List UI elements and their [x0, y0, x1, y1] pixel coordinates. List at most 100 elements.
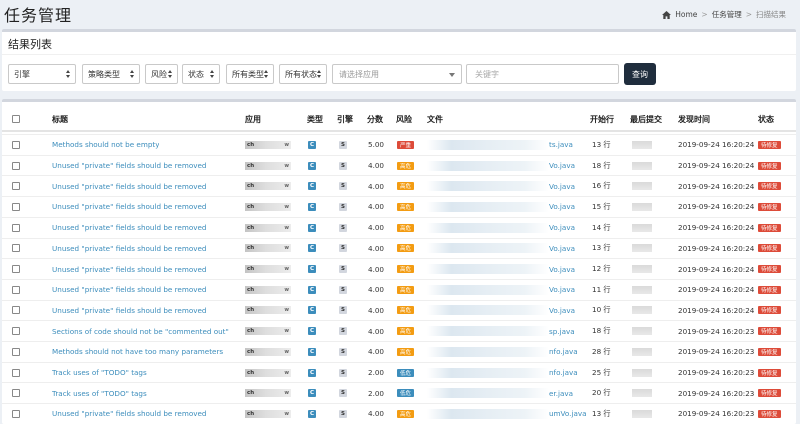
engine-select[interactable]: 引擎 [8, 64, 76, 84]
row-checkbox[interactable] [12, 368, 20, 377]
status-select[interactable]: 状态 [182, 64, 220, 84]
status-badge[interactable]: 待修复 [758, 285, 781, 294]
file-name-link[interactable]: Vo.java [549, 202, 575, 211]
row-checkbox[interactable] [12, 285, 20, 294]
search-button[interactable]: 查询 [624, 63, 656, 85]
table-row[interactable]: Methods should not be empty ch w C S 5.00 严重 ts… [2, 134, 796, 155]
status-badge[interactable]: 待修复 [758, 161, 781, 170]
file-name-link[interactable]: er.java [549, 389, 573, 398]
column-header-engine[interactable]: 引擎 [337, 108, 353, 130]
all-statuses-select[interactable]: 所有状态 [279, 64, 327, 84]
issue-title-link[interactable]: Track uses of "TODO" tags [52, 389, 147, 398]
issue-title-link[interactable]: Sections of code should not be "commente… [52, 327, 229, 336]
column-header-last-commit[interactable]: 最后提交 [630, 108, 662, 130]
app-name-redacted: ch w [245, 347, 291, 356]
status-badge[interactable]: 待修复 [758, 409, 781, 418]
status-badge[interactable]: 待修复 [758, 140, 781, 149]
table-row[interactable]: Unused "private" fields should be remove… [2, 258, 796, 279]
row-checkbox[interactable] [12, 347, 20, 356]
file-name-link[interactable]: Vo.java [549, 182, 575, 191]
all-types-select-value: 所有类型 [232, 69, 264, 79]
type-cell: C [308, 280, 316, 300]
risk-select[interactable]: 风险 [145, 64, 178, 84]
status-badge[interactable]: 待修复 [758, 368, 781, 377]
file-name-link[interactable]: Vo.java [549, 223, 575, 232]
column-header-score[interactable]: 分数 [367, 108, 383, 130]
file-name-link[interactable]: nfo.java [549, 368, 578, 377]
status-badge[interactable]: 待修复 [758, 244, 781, 253]
table-row[interactable]: Unused "private" fields should be remove… [2, 237, 796, 259]
column-header-title[interactable]: 标题 [52, 108, 68, 130]
file-name-link[interactable]: Vo.java [549, 265, 575, 274]
issue-title-link[interactable]: Methods should not have too many paramet… [52, 347, 223, 356]
column-header-app[interactable]: 应用 [245, 108, 261, 130]
issue-title-link[interactable]: Unused "private" fields should be remove… [52, 285, 206, 294]
table-row[interactable]: Unused "private" fields should be remove… [2, 403, 796, 424]
column-header-start-line[interactable]: 开始行 [590, 108, 614, 130]
file-name-link[interactable]: ts.java [549, 140, 573, 149]
keyword-input[interactable] [466, 64, 619, 84]
status-badge[interactable]: 待修复 [758, 347, 781, 356]
status-badge[interactable]: 待修复 [758, 182, 781, 191]
app-name-suffix: w [284, 245, 289, 252]
select-all-checkbox[interactable] [12, 115, 20, 123]
table-row[interactable]: Unused "private" fields should be remove… [2, 175, 796, 196]
row-checkbox[interactable] [12, 389, 20, 398]
issue-title-link[interactable]: Unused "private" fields should be remove… [52, 244, 206, 253]
status-badge[interactable]: 待修复 [758, 202, 781, 211]
file-name-link[interactable]: umVo.java [549, 409, 587, 418]
app-select[interactable]: 请选择应用 [332, 64, 462, 84]
row-checkbox[interactable] [12, 223, 20, 232]
row-checkbox[interactable] [12, 327, 20, 336]
status-badge[interactable]: 待修复 [758, 389, 781, 398]
table-row[interactable]: Unused "private" fields should be remove… [2, 196, 796, 217]
column-header-type[interactable]: 类型 [307, 108, 323, 130]
table-row[interactable]: Unused "private" fields should be remove… [2, 154, 796, 176]
row-checkbox[interactable] [12, 265, 20, 274]
table-row[interactable]: Track uses of "TODO" tags ch w C S 2.00 低危 nfo.… [2, 361, 796, 383]
issue-title-link[interactable]: Unused "private" fields should be remove… [52, 409, 206, 418]
row-checkbox[interactable] [12, 202, 20, 211]
table-row[interactable]: Track uses of "TODO" tags ch w C S 2.00 低危 er.j… [2, 382, 796, 403]
issue-title-link[interactable]: Unused "private" fields should be remove… [52, 306, 206, 315]
column-header-file[interactable]: 文件 [427, 108, 443, 130]
status-badge[interactable]: 待修复 [758, 265, 781, 274]
issue-title-link[interactable]: Track uses of "TODO" tags [52, 368, 147, 377]
issue-title-link[interactable]: Unused "private" fields should be remove… [52, 223, 206, 232]
row-checkbox[interactable] [12, 306, 20, 315]
file-name-link[interactable]: Vo.java [549, 161, 575, 170]
score-value: 4.00 [368, 202, 385, 212]
issue-title-link[interactable]: Unused "private" fields should be remove… [52, 265, 206, 274]
table-row[interactable]: Methods should not have too many paramet… [2, 341, 796, 362]
table-row[interactable]: Unused "private" fields should be remove… [2, 278, 796, 300]
issue-title-link[interactable]: Unused "private" fields should be remove… [52, 161, 206, 170]
row-checkbox[interactable] [12, 182, 20, 191]
column-header-found-time[interactable]: 发现时间 [678, 108, 710, 130]
file-name-link[interactable]: sp.java [549, 327, 575, 336]
status-badge[interactable]: 待修复 [758, 327, 781, 336]
issue-title-link[interactable]: Unused "private" fields should be remove… [52, 182, 206, 191]
breadcrumb-task-management[interactable]: 任务管理 [712, 9, 742, 20]
issue-title-link[interactable]: Methods should not be empty [52, 140, 159, 149]
policy-type-select[interactable]: 策略类型 [82, 64, 140, 84]
row-checkbox[interactable] [12, 140, 20, 149]
status-badge[interactable]: 待修复 [758, 223, 781, 232]
app-name-prefix: ch [247, 245, 255, 252]
breadcrumb-home[interactable]: Home [675, 10, 697, 19]
table-row[interactable]: Unused "private" fields should be remove… [2, 216, 796, 238]
issue-title-link[interactable]: Unused "private" fields should be remove… [52, 202, 206, 211]
column-header-status[interactable]: 状态 [758, 108, 774, 130]
row-checkbox[interactable] [12, 244, 20, 253]
row-checkbox[interactable] [12, 409, 20, 418]
status-badge[interactable]: 待修复 [758, 306, 781, 315]
table-row[interactable]: Unused "private" fields should be remove… [2, 299, 796, 321]
file-name-link[interactable]: Vo.java [549, 285, 575, 294]
row-checkbox[interactable] [12, 161, 20, 170]
file-name-link[interactable]: Vo.java [549, 244, 575, 253]
file-name-link[interactable]: Vo.java [549, 306, 575, 315]
engine-badge: S [339, 327, 347, 336]
column-header-risk[interactable]: 风险 [396, 108, 412, 130]
all-types-select[interactable]: 所有类型 [226, 64, 274, 84]
table-row[interactable]: Sections of code should not be "commente… [2, 320, 796, 341]
file-name-link[interactable]: nfo.java [549, 347, 578, 356]
